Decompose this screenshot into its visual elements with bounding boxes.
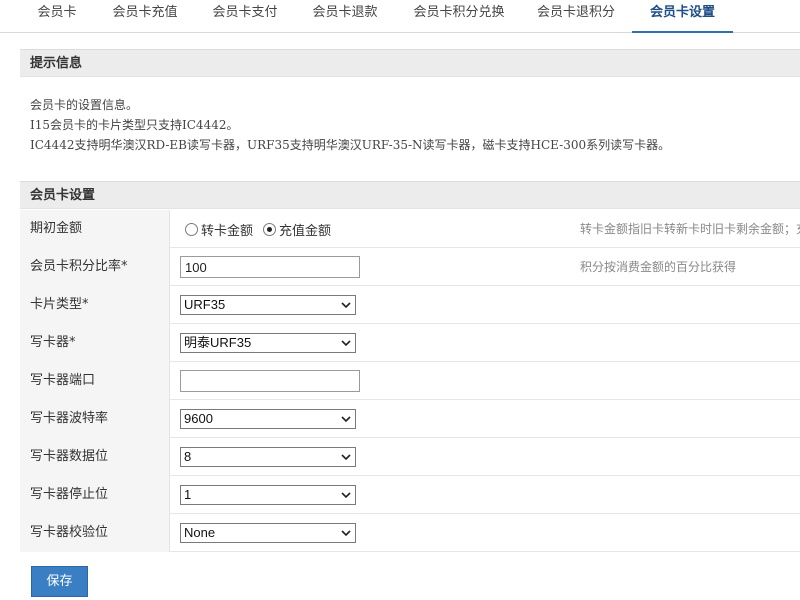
notice-header: 提示信息	[20, 49, 800, 77]
radio-transfer-amount-label: 转卡金额	[201, 223, 254, 239]
row-writer: 写卡器* 明泰URF35	[20, 324, 800, 362]
chevron-down-icon	[341, 300, 351, 310]
radio-unchecked-icon	[185, 222, 198, 236]
card-type-select[interactable]: URF35	[180, 295, 356, 315]
tab-member-card-refund-points[interactable]: 会员卡退积分	[528, 0, 624, 33]
tab-member-card-settings[interactable]: 会员卡设置	[632, 0, 733, 33]
radio-transfer-amount[interactable]: 转卡金额	[185, 220, 253, 239]
writer-label: 写卡器*	[20, 324, 170, 362]
tab-member-card-refund[interactable]: 会员卡退款	[304, 0, 386, 33]
chevron-down-icon	[341, 528, 351, 538]
tab-bar: 会员卡 会员卡充值 会员卡支付 会员卡退款 会员卡积分兑换 会员卡退积分 会员卡…	[0, 0, 800, 33]
writer-field: 明泰URF35	[180, 324, 356, 362]
settings-header: 会员卡设置	[20, 181, 800, 209]
data-bits-select[interactable]: 8	[180, 447, 356, 467]
settings-form: 期初金额 转卡金额 充值金额 转卡金额指旧卡转新卡时旧卡剩余金额；充 会员卡积分…	[20, 210, 800, 552]
notice-line: IC4442支持明华澳汉RD-EB读写卡器，URF35支持明华澳汉URF-35-…	[30, 138, 671, 152]
points-ratio-hint: 积分按消费金额的百分比获得	[580, 260, 737, 274]
parity-field: None	[180, 514, 356, 552]
points-ratio-label: 会员卡积分比率*	[20, 248, 170, 286]
row-baud-rate: 写卡器波特率 9600	[20, 400, 800, 438]
row-stop-bits: 写卡器停止位 1	[20, 476, 800, 514]
parity-label: 写卡器校验位	[20, 514, 170, 552]
parity-select[interactable]: None	[180, 523, 356, 543]
notice-line: I15会员卡的卡片类型只支持IC4442。	[30, 118, 239, 132]
data-bits-label: 写卡器数据位	[20, 438, 170, 476]
baud-rate-value: 9600	[184, 411, 213, 426]
card-type-label: 卡片类型*	[20, 286, 170, 324]
baud-rate-label: 写卡器波特率	[20, 400, 170, 438]
tab-member-card-payment[interactable]: 会员卡支付	[204, 0, 286, 33]
row-points-ratio: 会员卡积分比率* 积分按消费金额的百分比获得	[20, 248, 800, 286]
chevron-down-icon	[341, 490, 351, 500]
initial-amount-hint: 转卡金额指旧卡转新卡时旧卡剩余金额；充	[580, 222, 800, 236]
stop-bits-label: 写卡器停止位	[20, 476, 170, 514]
points-ratio-field	[180, 248, 360, 286]
writer-port-field	[180, 362, 360, 400]
tab-member-card[interactable]: 会员卡	[22, 0, 92, 33]
initial-amount-radio-group: 转卡金额 充值金额	[185, 210, 337, 248]
chevron-down-icon	[341, 452, 351, 462]
save-button[interactable]: 保存	[31, 566, 88, 597]
writer-select[interactable]: 明泰URF35	[180, 333, 356, 353]
row-data-bits: 写卡器数据位 8	[20, 438, 800, 476]
card-type-value: URF35	[184, 297, 226, 312]
baud-rate-select[interactable]: 9600	[180, 409, 356, 429]
stop-bits-value: 1	[184, 487, 192, 502]
points-ratio-input[interactable]	[180, 256, 360, 278]
radio-checked-icon	[263, 222, 277, 236]
tab-member-card-points-exchange[interactable]: 会员卡积分兑换	[404, 0, 514, 33]
row-writer-port: 写卡器端口	[20, 362, 800, 400]
data-bits-field: 8	[180, 438, 356, 476]
writer-port-label: 写卡器端口	[20, 362, 170, 400]
initial-amount-label: 期初金额	[20, 210, 170, 248]
baud-rate-field: 9600	[180, 400, 356, 438]
stop-bits-field: 1	[180, 476, 356, 514]
writer-port-input[interactable]	[180, 370, 360, 392]
notice-body: 会员卡的设置信息。 I15会员卡的卡片类型只支持IC4442。 IC4442支持…	[30, 95, 800, 155]
radio-recharge-amount-label: 充值金额	[279, 223, 332, 239]
row-initial-amount: 期初金额 转卡金额 充值金额 转卡金额指旧卡转新卡时旧卡剩余金额；充	[20, 210, 800, 248]
stop-bits-select[interactable]: 1	[180, 485, 356, 505]
parity-value: None	[184, 525, 216, 540]
writer-value: 明泰URF35	[184, 335, 252, 350]
row-parity: 写卡器校验位 None	[20, 514, 800, 552]
radio-recharge-amount[interactable]: 充值金额	[263, 220, 331, 239]
chevron-down-icon	[341, 414, 351, 424]
notice-line: 会员卡的设置信息。	[30, 98, 139, 112]
chevron-down-icon	[341, 338, 351, 348]
card-type-field: URF35	[180, 286, 356, 324]
row-card-type: 卡片类型* URF35	[20, 286, 800, 324]
data-bits-value: 8	[184, 449, 192, 464]
tab-member-card-recharge[interactable]: 会员卡充值	[104, 0, 186, 33]
